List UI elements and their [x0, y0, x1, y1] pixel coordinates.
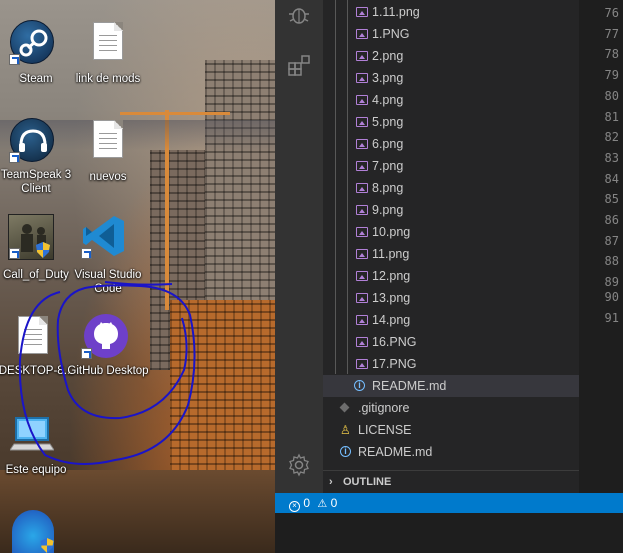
line-number: 89 [604, 275, 619, 290]
file-tree-item[interactable]: 5.png [323, 111, 579, 133]
chevron-right-icon: › [329, 476, 333, 488]
file-tree-item[interactable]: 1.PNG [323, 23, 579, 45]
info-file-icon: i [354, 380, 365, 391]
file-name: 7.png [372, 159, 404, 173]
image-file-icon [356, 73, 368, 83]
image-file-icon [356, 139, 368, 149]
image-file-icon [356, 315, 368, 325]
line-number: 87 [604, 233, 619, 248]
file-name: 11.png [372, 247, 410, 261]
file-name: 14.png [372, 313, 411, 327]
file-name: 13.png [372, 291, 411, 305]
below-window-area [275, 513, 623, 553]
file-name: 1.PNG [372, 27, 410, 41]
line-number: 83 [604, 150, 619, 165]
annotation-scribble [18, 281, 196, 465]
line-number: 77 [604, 26, 619, 41]
line-number: 80 [604, 88, 619, 103]
image-file-icon [356, 7, 368, 17]
file-tree-item[interactable]: 9.png [323, 199, 579, 221]
image-file-icon [356, 227, 368, 237]
extensions-icon[interactable] [287, 54, 311, 78]
file-name: 3.png [372, 71, 404, 85]
file-name: 8.png [372, 181, 404, 195]
warning-icon: ⚠ [317, 498, 328, 510]
file-tree-item[interactable]: 3.png [323, 67, 579, 89]
image-file-icon [356, 337, 368, 347]
file-tree-item[interactable]: 7.png [323, 155, 579, 177]
explorer-sidebar: 1.11.png 1.PNG 2.png 3.png 4.png 5.png 6.png 7.… [323, 0, 579, 493]
status-bar: × 0 ⚠ 0 [275, 493, 623, 513]
image-file-icon [356, 249, 368, 259]
file-tree-item[interactable]: 17.PNG [323, 353, 579, 375]
image-file-icon [356, 183, 368, 193]
file-name: README.md [372, 379, 447, 393]
line-number: 85 [604, 192, 619, 207]
file-tree-item[interactable]: 12.png [323, 265, 579, 287]
line-number: 79 [604, 68, 619, 83]
line-number: 84 [604, 171, 619, 186]
file-tree-item[interactable]: i README.md [323, 375, 579, 397]
file-name: 9.png [372, 203, 404, 217]
problems-status[interactable]: × 0 ⚠ 0 [289, 493, 337, 513]
image-file-icon [356, 161, 368, 171]
file-tree-item[interactable]: i README.md [323, 441, 579, 463]
outline-section[interactable]: › OUTLINE [323, 470, 579, 493]
file-tree-item[interactable]: 4.png [323, 89, 579, 111]
file-name: 5.png [372, 115, 404, 129]
file-name: 12.png [372, 269, 411, 283]
file-tree-item[interactable]: 14.png [323, 309, 579, 331]
image-file-icon [356, 271, 368, 281]
file-name: .gitignore [358, 401, 410, 415]
debug-icon[interactable] [287, 3, 311, 27]
file-tree-item[interactable]: ♙ LICENSE [323, 419, 579, 441]
settings-gear-icon[interactable] [287, 453, 311, 477]
line-number: 81 [604, 109, 619, 124]
image-file-icon [356, 29, 368, 39]
file-tree-item[interactable]: 13.png [323, 287, 579, 309]
error-count: 0 [303, 496, 311, 510]
file-name: 4.png [372, 93, 404, 107]
editor-gutter: 76 77 78 79 80 81 82 83 84 85 86 87 88 89 90 91 [579, 0, 623, 493]
line-number: 82 [604, 130, 619, 145]
vscode-window: 1.11.png 1.PNG 2.png 3.png 4.png 5.png 6.png 7.… [275, 0, 623, 553]
file-tree-item[interactable]: 11.png [323, 243, 579, 265]
file-tree-item[interactable]: 2.png [323, 45, 579, 67]
info-file-icon: i [340, 446, 351, 457]
license-file-icon: ♙ [340, 423, 351, 437]
line-number: 78 [604, 47, 619, 62]
line-number: 90 [604, 290, 619, 304]
error-icon: × [289, 501, 300, 512]
file-tree-item[interactable]: .gitignore [323, 397, 579, 419]
file-name: 1.11.png [372, 5, 420, 19]
image-file-icon [356, 95, 368, 105]
line-number: 76 [604, 6, 619, 20]
warning-count: 0 [330, 496, 338, 510]
file-tree-item[interactable]: 16.PNG [323, 331, 579, 353]
line-number: 86 [604, 213, 619, 227]
file-name: 17.PNG [372, 357, 417, 371]
file-tree-item[interactable]: 10.png [323, 221, 579, 243]
file-tree-item[interactable]: 8.png [323, 177, 579, 199]
desktop: Steam link de mods TeamSpeak 3 Client nu… [0, 0, 275, 553]
file-name: 6.png [372, 137, 404, 151]
outline-label: OUTLINE [343, 476, 392, 488]
line-number: 88 [604, 254, 619, 269]
image-file-icon [356, 359, 368, 369]
git-file-icon [339, 402, 350, 413]
image-file-icon [356, 293, 368, 303]
file-name: 16.PNG [372, 335, 417, 349]
file-name: 10.png [372, 225, 411, 239]
file-name: LICENSE [358, 423, 412, 437]
image-file-icon [356, 117, 368, 127]
activity-bar [275, 0, 323, 493]
image-file-icon [356, 51, 368, 61]
file-tree-item[interactable]: 6.png [323, 133, 579, 155]
file-tree-item[interactable]: 1.11.png [323, 1, 579, 23]
file-name: README.md [358, 445, 433, 459]
image-file-icon [356, 205, 368, 215]
line-number: 91 [604, 310, 619, 325]
file-name: 2.png [372, 49, 404, 63]
